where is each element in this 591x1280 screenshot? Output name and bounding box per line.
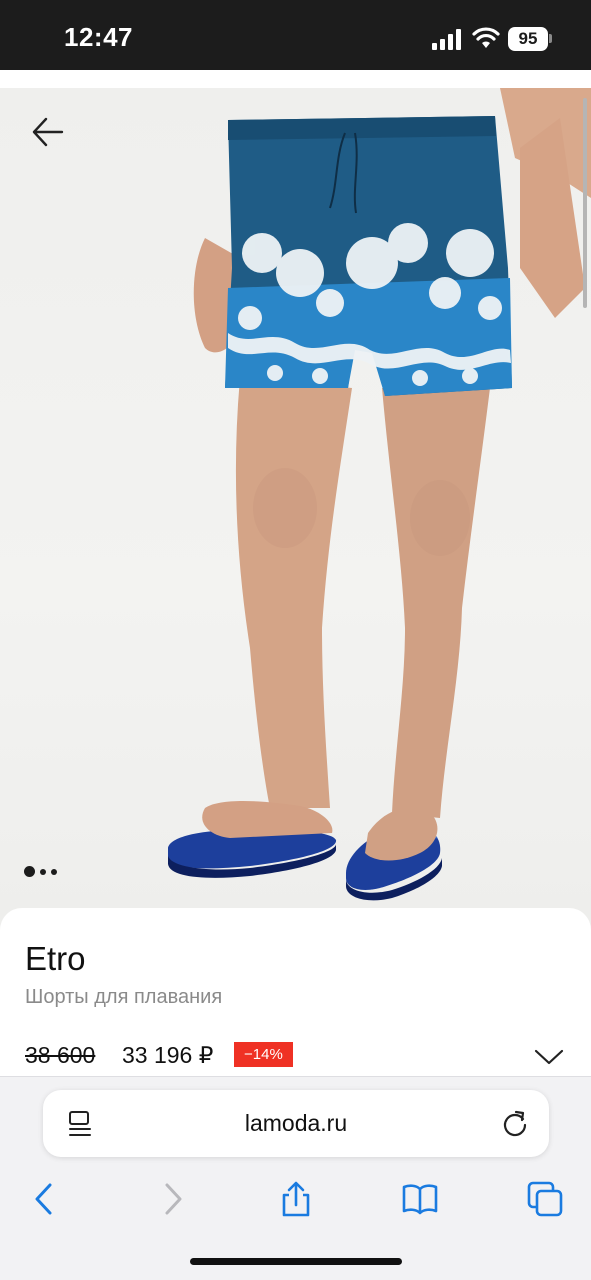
discount-badge: −14% <box>234 1042 293 1067</box>
battery-tip <box>549 34 552 43</box>
address-bar[interactable]: lamoda.ru <box>43 1090 549 1157</box>
product-type: Шорты для плавания <box>25 986 223 1008</box>
carousel-dot[interactable] <box>40 868 46 875</box>
product-info-card: Etro Шорты для плавания 38 600 33 196 ₽ … <box>0 908 591 1083</box>
back-icon[interactable] <box>26 1181 62 1217</box>
scroll-indicator[interactable] <box>583 98 587 308</box>
forward-icon[interactable] <box>155 1181 191 1217</box>
address-text[interactable]: lamoda.ru <box>43 1110 549 1137</box>
old-price: 38 600 <box>25 1042 96 1068</box>
home-indicator[interactable] <box>190 1258 402 1265</box>
bookmarks-icon[interactable] <box>402 1181 438 1217</box>
battery-icon: 95 <box>508 27 548 51</box>
product-photo <box>168 88 591 901</box>
product-brand[interactable]: Etro <box>25 940 86 978</box>
status-bar: 12:47 95 <box>0 0 591 70</box>
reload-icon[interactable] <box>501 1109 529 1137</box>
share-icon[interactable] <box>278 1181 314 1217</box>
carousel-dots[interactable] <box>24 866 57 877</box>
back-arrow-icon[interactable] <box>26 110 70 154</box>
wifi-icon <box>472 27 500 48</box>
current-price: 33 196 ₽ <box>122 1042 214 1068</box>
top-strip <box>0 70 591 88</box>
carousel-dot[interactable] <box>51 868 57 875</box>
chevron-down-icon[interactable] <box>534 1048 564 1066</box>
carousel-dot-active[interactable] <box>24 866 35 877</box>
tabs-icon[interactable] <box>527 1181 563 1217</box>
cellular-signal-icon <box>432 29 461 50</box>
status-time: 12:47 <box>64 22 133 52</box>
browser-toolbar: lamoda.ru <box>0 1076 591 1280</box>
product-image[interactable] <box>0 88 591 930</box>
